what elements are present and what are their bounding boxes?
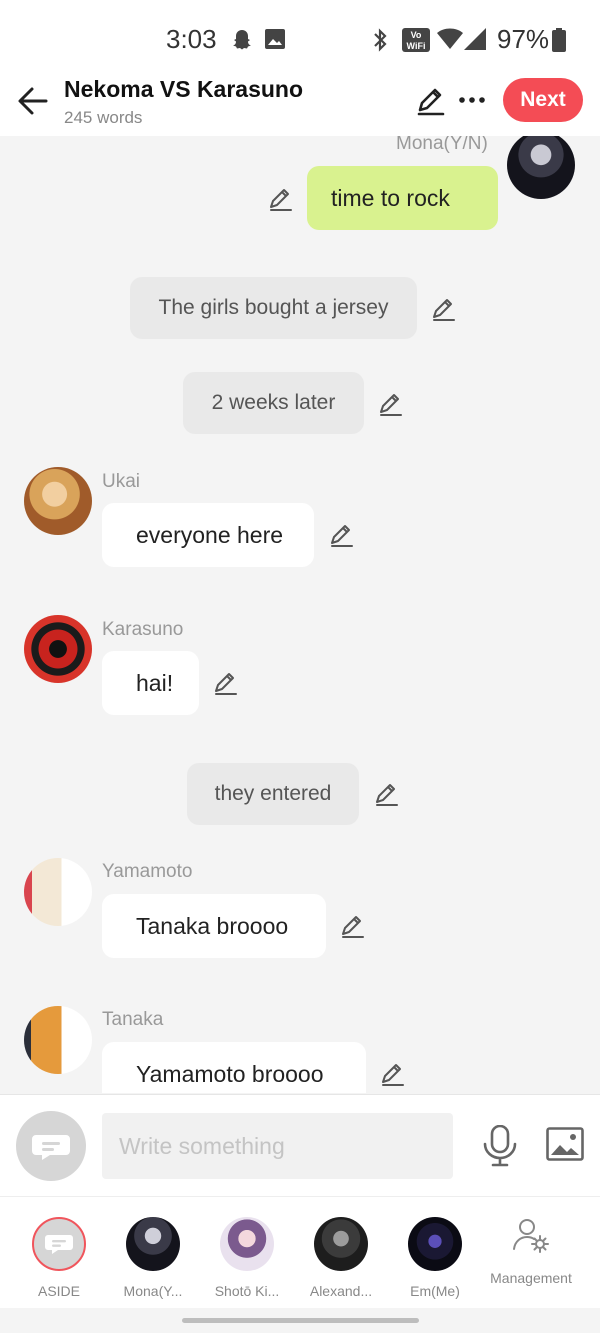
battery-icon	[552, 28, 566, 52]
home-indicator[interactable]	[0, 1308, 600, 1333]
vowifi-icon: Vo WiFi	[402, 28, 430, 52]
wifi-icon	[437, 28, 463, 49]
avatar	[126, 1217, 180, 1271]
edit-icon[interactable]	[380, 1061, 406, 1087]
header: Nekoma VS Karasuno 245 words Next	[0, 76, 600, 136]
sender-name: Tanaka	[102, 1009, 164, 1030]
character-aside[interactable]: ASIDE	[19, 1217, 99, 1299]
sender-name: Ukai	[102, 471, 141, 492]
character-em[interactable]: Em(Me)	[395, 1217, 475, 1299]
gallery-icon	[265, 29, 285, 49]
aside-avatar	[32, 1217, 86, 1271]
message-bubble[interactable]: hai!	[102, 651, 199, 715]
aside-toggle-button[interactable]	[16, 1111, 86, 1181]
character-label: Shotō Ki...	[214, 1283, 280, 1299]
message-bubble[interactable]: time to rock	[307, 166, 498, 230]
edit-icon[interactable]	[374, 781, 400, 807]
avatar[interactable]	[24, 1006, 92, 1074]
sender-name: Mona(Y/N)	[396, 136, 488, 154]
more-icon[interactable]	[458, 86, 486, 114]
avatar[interactable]	[24, 467, 92, 535]
edit-icon[interactable]	[268, 186, 294, 212]
avatar	[314, 1217, 368, 1271]
avatar	[408, 1217, 462, 1271]
mic-icon[interactable]	[482, 1125, 518, 1167]
narration-bubble[interactable]: they entered	[187, 763, 359, 825]
composer	[0, 1094, 600, 1196]
bluetooth-icon	[374, 28, 387, 52]
sender-name: Karasuno	[102, 619, 184, 640]
message-input[interactable]	[102, 1113, 453, 1179]
character-bar: ASIDE Mona(Y... Shotō Ki... Alexand... E…	[0, 1196, 600, 1308]
edit-icon[interactable]	[431, 296, 457, 322]
pencil-icon[interactable]	[416, 86, 446, 116]
edit-icon[interactable]	[213, 670, 239, 696]
character-label: Mona(Y...	[123, 1283, 183, 1299]
back-arrow-icon[interactable]	[16, 84, 50, 118]
character-label: Alexand...	[309, 1283, 373, 1299]
avatar[interactable]	[24, 615, 92, 683]
aside-icon	[32, 1135, 70, 1160]
message-bubble[interactable]: everyone here	[102, 503, 314, 567]
message-bubble[interactable]: Yamamoto broooo	[102, 1042, 366, 1093]
svg-text:Vo: Vo	[411, 30, 422, 40]
chat-area[interactable]: Mona(Y/N) time to rock The girls bought …	[0, 136, 600, 1093]
edit-icon[interactable]	[340, 913, 366, 939]
character-label: ASIDE	[37, 1283, 80, 1299]
message-bubble[interactable]: Tanaka broooo	[102, 894, 326, 958]
status-bar: 3:03 Vo WiFi 97%	[0, 0, 600, 78]
character-mona[interactable]: Mona(Y...	[113, 1217, 193, 1299]
character-label: Em(Me)	[410, 1283, 460, 1299]
management-icon	[513, 1219, 549, 1253]
battery-percent: 97%	[497, 24, 550, 54]
avatar[interactable]	[24, 858, 92, 926]
svg-text:WiFi: WiFi	[407, 41, 426, 51]
edit-icon[interactable]	[329, 522, 355, 548]
narration-bubble[interactable]: The girls bought a jersey	[130, 277, 417, 339]
signal-icon	[464, 28, 486, 50]
image-icon[interactable]	[546, 1127, 584, 1161]
word-count: 245 words	[64, 108, 143, 127]
status-time: 3:03	[166, 24, 217, 54]
snapchat-icon	[233, 30, 251, 50]
character-label: Management	[490, 1270, 572, 1286]
character-shoto[interactable]: Shotō Ki...	[207, 1217, 287, 1299]
next-button[interactable]: Next	[503, 78, 583, 122]
avatar[interactable]	[507, 136, 575, 199]
sender-name: Yamamoto	[102, 861, 193, 882]
character-alexand[interactable]: Alexand...	[301, 1217, 381, 1299]
edit-icon[interactable]	[378, 391, 404, 417]
aside-icon	[45, 1235, 73, 1254]
avatar	[220, 1217, 274, 1271]
management-button[interactable]: Management	[486, 1215, 576, 1286]
narration-bubble[interactable]: 2 weeks later	[183, 372, 364, 434]
page-title: Nekoma VS Karasuno	[64, 76, 304, 102]
